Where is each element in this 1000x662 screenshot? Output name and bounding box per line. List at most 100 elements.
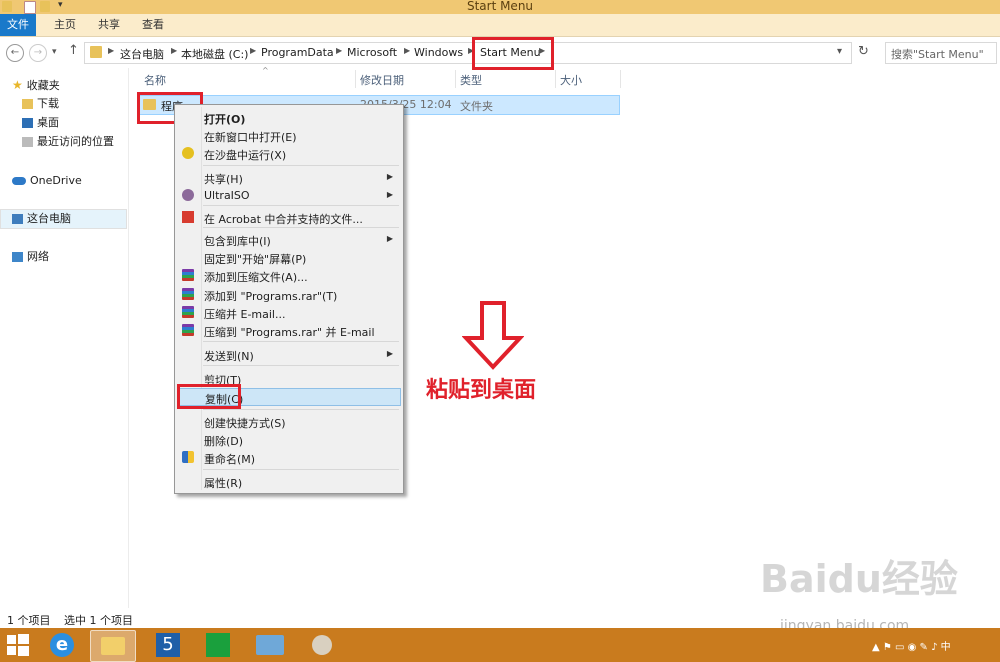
chevron-right-icon: ▶	[404, 46, 411, 55]
menu-separator	[203, 469, 399, 470]
menu-add-rar[interactable]: 添加到 "Programs.rar"(T)	[177, 285, 401, 303]
chevron-right-icon: ▶	[108, 46, 115, 55]
column-size[interactable]: 大小	[560, 72, 582, 88]
acrobat-icon	[182, 211, 194, 223]
column-divider[interactable]	[455, 70, 456, 88]
nav-this-pc[interactable]: 这台电脑	[12, 210, 71, 228]
menu-properties[interactable]: 属性(R)	[177, 472, 401, 490]
highlight-start-menu	[472, 37, 554, 70]
ultraiso-icon	[182, 189, 194, 201]
menu-separator	[203, 227, 399, 228]
menu-sandbox[interactable]: 在沙盘中运行(X)	[177, 144, 401, 162]
tab-share[interactable]: 共享	[88, 14, 130, 36]
chevron-right-icon: ▶	[171, 46, 178, 55]
nav-desktop[interactable]: 桌面	[22, 114, 59, 132]
title-bar: ▾ Start Menu	[0, 0, 1000, 14]
sort-up-icon: ^	[262, 66, 269, 75]
nav-onedrive[interactable]: OneDrive	[12, 172, 82, 190]
nav-favorites[interactable]: ★ 收藏夹	[12, 76, 60, 94]
menu-separator	[203, 341, 399, 342]
context-menu: 打开(O) 在新窗口中打开(E) 在沙盘中运行(X) 共享(H) ▶ UltraI…	[174, 104, 404, 494]
menu-open-new-window[interactable]: 在新窗口中打开(E)	[177, 126, 401, 144]
downloads-icon	[22, 99, 33, 109]
forward-button[interactable]: →	[29, 44, 47, 62]
back-button[interactable]: ←	[6, 44, 24, 62]
recent-places-icon	[22, 137, 33, 147]
breadcrumb-programdata[interactable]: ProgramData	[261, 46, 334, 59]
browser-5-icon: 5	[156, 633, 180, 657]
column-name[interactable]: 名称	[144, 72, 166, 88]
breadcrumb-this-pc[interactable]: 这台电脑	[120, 46, 164, 62]
submenu-arrow-icon: ▶	[386, 190, 393, 199]
ribbon: 文件 主页 共享 查看	[0, 14, 1000, 37]
sandbox-icon	[182, 147, 194, 159]
column-divider[interactable]	[555, 70, 556, 88]
app5-button[interactable]: 5	[146, 630, 190, 660]
menu-rename[interactable]: 重命名(M)	[177, 448, 401, 466]
explorer-button[interactable]	[90, 630, 136, 662]
submenu-arrow-icon: ▶	[386, 349, 393, 358]
highlight-copy	[177, 384, 241, 409]
tray-icons[interactable]: ▲ ⚑ ▭ ◉ ✎ ♪ 中	[872, 638, 951, 653]
up-button[interactable]: ↑	[68, 43, 79, 58]
search-input[interactable]: 搜索"Start Menu"	[885, 42, 997, 64]
menu-share[interactable]: 共享(H) ▶	[177, 168, 401, 186]
winrar-icon	[182, 306, 194, 318]
store-button[interactable]	[196, 630, 240, 660]
menu-delete[interactable]: 删除(D)	[177, 430, 401, 448]
breadcrumb-windows[interactable]: Windows	[414, 46, 463, 59]
paint-button[interactable]	[300, 630, 344, 660]
ie-button[interactable]: e	[40, 630, 84, 660]
breadcrumb-local-disk[interactable]: 本地磁盘 (C:)	[181, 46, 248, 62]
address-bar[interactable]: ▶ 这台电脑 ▶ 本地磁盘 (C:) ▶ ProgramData ▶ Micro…	[84, 42, 852, 64]
start-button[interactable]	[6, 633, 30, 657]
store-icon	[206, 633, 230, 657]
menu-create-shortcut[interactable]: 创建快捷方式(S)	[177, 412, 401, 430]
desktop-icon	[22, 118, 33, 128]
file-explorer-icon	[101, 637, 125, 655]
winrar-icon	[182, 269, 194, 281]
navigation-pane: ★ 收藏夹 下载 桌面 最近访问的位置 OneDrive 这台电脑 网络	[0, 68, 129, 608]
menu-separator	[203, 165, 399, 166]
window-title: Start Menu	[466, 0, 534, 13]
network-icon	[12, 252, 23, 262]
tab-file[interactable]: 文件	[0, 14, 36, 36]
menu-separator	[203, 365, 399, 366]
cloud-icon	[12, 177, 26, 185]
nav-network[interactable]: 网络	[12, 248, 49, 266]
menu-acrobat[interactable]: 在 Acrobat 中合并支持的文件...	[177, 208, 401, 226]
windows-logo-icon	[7, 634, 29, 656]
remote-desktop-icon	[256, 635, 284, 655]
refresh-icon[interactable]: ↻	[858, 44, 869, 59]
selected-count: 选中 1 个项目	[64, 614, 133, 627]
tab-home[interactable]: 主页	[44, 14, 86, 36]
taskbar: e 5 ▲ ⚑ ▭ ◉ ✎ ♪ 中	[0, 628, 1000, 662]
menu-compress-rar-email[interactable]: 压缩到 "Programs.rar" 并 E-mail	[177, 321, 401, 339]
menu-send-to[interactable]: 发送到(N) ▶	[177, 345, 401, 363]
menu-ultraiso[interactable]: UltraISO ▶	[177, 186, 401, 204]
column-divider[interactable]	[620, 70, 621, 88]
menu-add-archive[interactable]: 添加到压缩文件(A)...	[177, 266, 401, 284]
nav-downloads[interactable]: 下载	[22, 95, 59, 113]
chevron-right-icon: ▶	[336, 46, 343, 55]
remote-button[interactable]	[248, 630, 292, 660]
menu-compress-email[interactable]: 压缩并 E-mail...	[177, 303, 401, 321]
column-divider[interactable]	[355, 70, 356, 88]
status-bar: 1 个项目 选中 1 个项目	[0, 610, 1000, 628]
winrar-icon	[182, 324, 194, 336]
tab-view[interactable]: 查看	[132, 14, 174, 36]
menu-pin-start[interactable]: 固定到"开始"屏幕(P)	[177, 248, 401, 266]
internet-explorer-icon: e	[50, 633, 74, 657]
star-icon: ★	[12, 78, 23, 92]
menu-open[interactable]: 打开(O)	[177, 108, 401, 126]
nav-recent[interactable]: 最近访问的位置	[22, 133, 114, 151]
menu-include-library[interactable]: 包含到库中(I) ▶	[177, 230, 401, 248]
winrar-icon	[182, 288, 194, 300]
breadcrumb-microsoft[interactable]: Microsoft	[347, 46, 397, 59]
column-date[interactable]: 修改日期	[360, 72, 404, 88]
address-dropdown-icon[interactable]: ▾	[837, 46, 842, 57]
column-type[interactable]: 类型	[460, 72, 482, 88]
recent-dropdown-icon[interactable]: ▾	[52, 47, 57, 57]
folder-icon	[90, 46, 102, 58]
shield-icon	[182, 451, 194, 463]
